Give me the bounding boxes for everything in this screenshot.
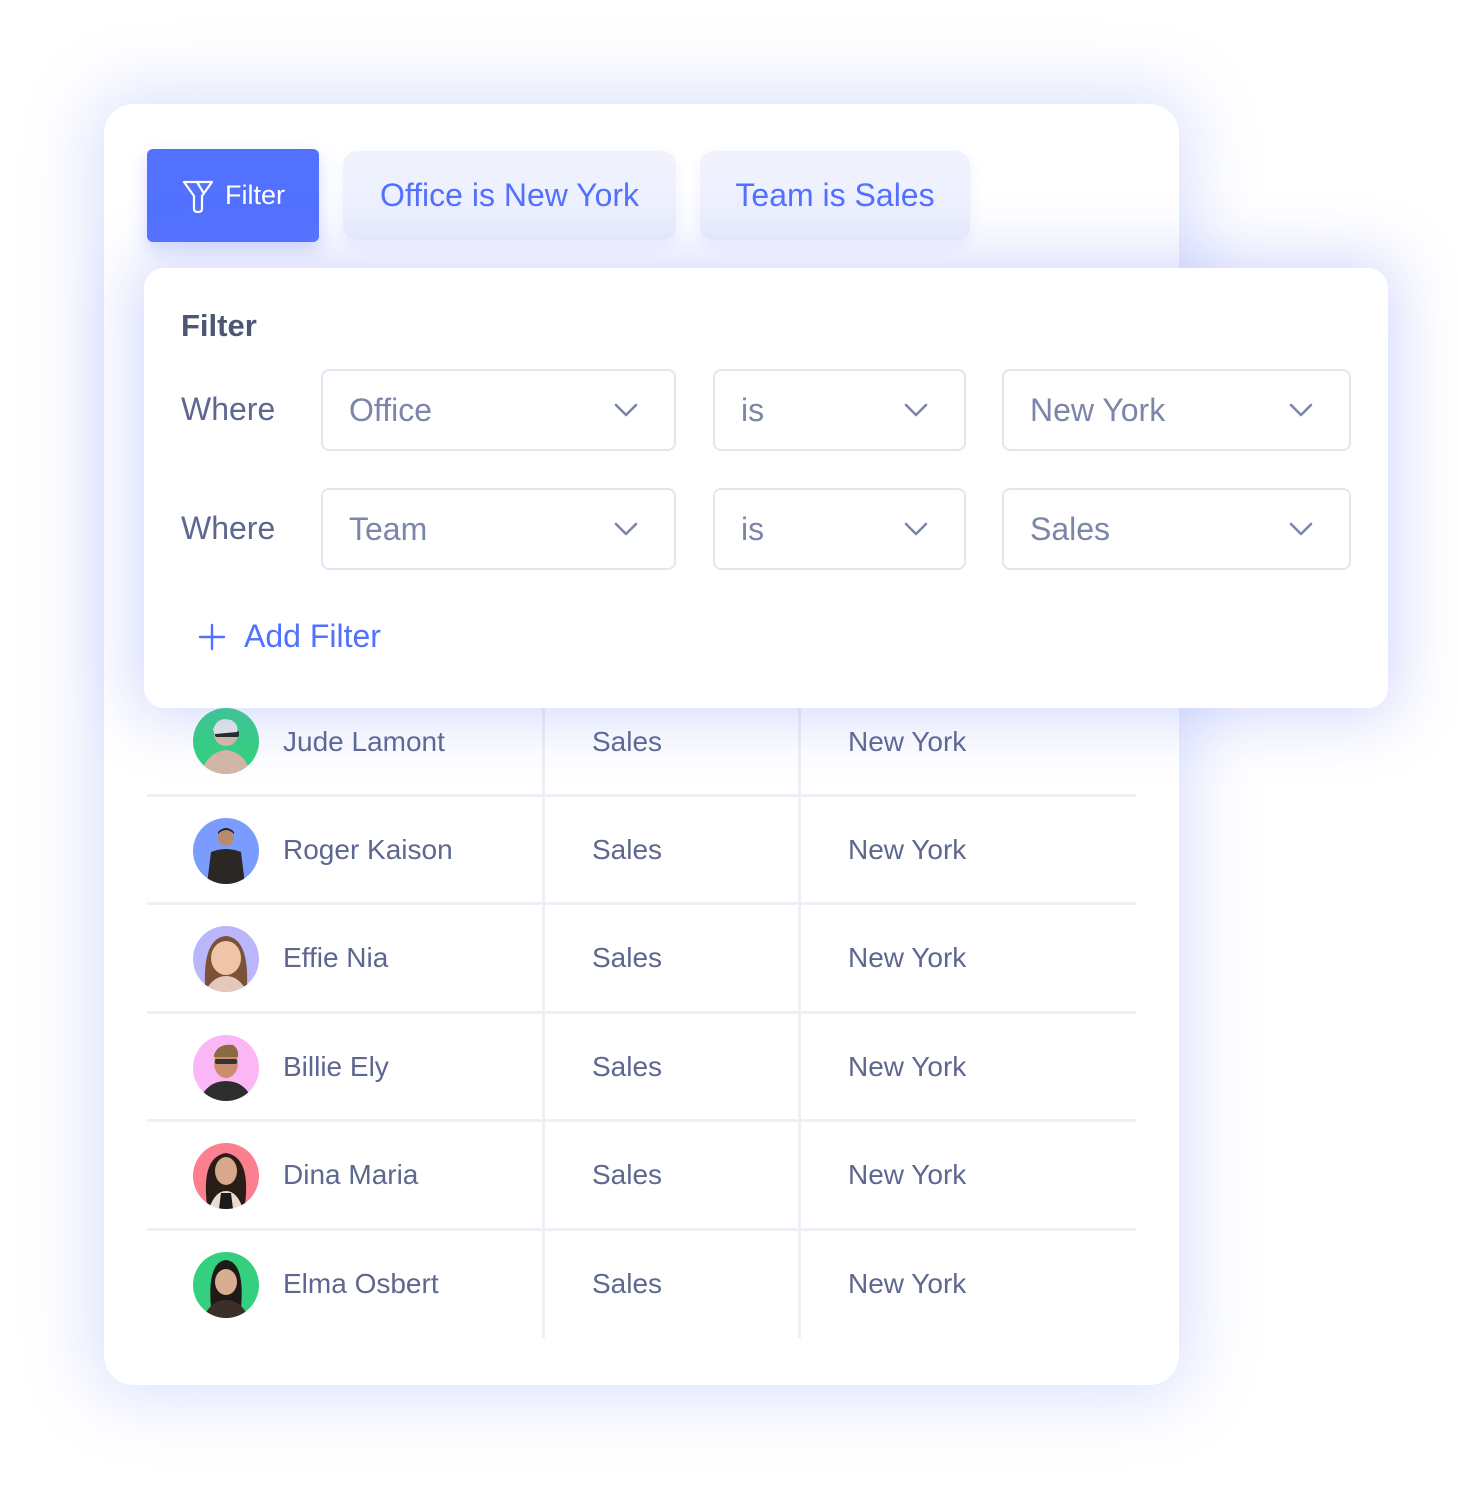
person-office: New York: [848, 833, 967, 865]
chevron-down-icon: [614, 522, 638, 536]
person-team: Sales: [592, 1159, 663, 1191]
avatar: [193, 926, 259, 993]
active-filter-chip-office[interactable]: Office is New York: [343, 151, 676, 240]
chevron-down-icon: [904, 403, 928, 417]
select-value: Sales: [1030, 510, 1111, 547]
table-row[interactable]: Roger Kaison Sales New York: [147, 797, 1136, 906]
chevron-down-icon: [614, 403, 638, 417]
add-filter-label: Add Filter: [244, 618, 381, 654]
person-office: New York: [848, 1267, 967, 1299]
operator-select[interactable]: is: [713, 488, 966, 570]
value-select[interactable]: New York: [1002, 369, 1351, 451]
table-row[interactable]: Effie Nia Sales New York: [147, 905, 1136, 1014]
filter-button-label: Filter: [225, 180, 285, 210]
person-team: Sales: [592, 833, 663, 865]
filter-button[interactable]: Filter: [147, 149, 319, 242]
select-value: New York: [1030, 391, 1166, 428]
person-avatar-icon: [193, 708, 259, 774]
person-name: Roger Kaison: [283, 833, 453, 865]
avatar: [193, 1251, 259, 1318]
operator-select[interactable]: is: [713, 369, 966, 451]
filter-panel-title: Filter: [181, 308, 257, 343]
people-table: Jude Lamont Sales New York Roger Kaison …: [147, 688, 1136, 1340]
person-office: New York: [848, 1159, 967, 1191]
person-office: New York: [848, 1050, 967, 1082]
avatar: [193, 1034, 259, 1101]
person-avatar-icon: [193, 817, 259, 884]
person-name: Elma Osbert: [283, 1267, 439, 1299]
chip-label: Office is New York: [379, 177, 640, 213]
person-office: New York: [848, 726, 967, 757]
person-name: Effie Nia: [283, 942, 389, 974]
avatar: [193, 708, 259, 774]
person-team: Sales: [592, 1050, 663, 1082]
table-row[interactable]: Dina Maria Sales New York: [147, 1122, 1136, 1231]
table-row[interactable]: Billie Ely Sales New York: [147, 1014, 1136, 1123]
filter-panel: Filter Where Office is New York Where Te…: [144, 268, 1388, 708]
person-team: Sales: [592, 1267, 663, 1299]
person-avatar-icon: [193, 1251, 259, 1318]
person-name: Jude Lamont: [283, 726, 445, 757]
field-select[interactable]: Team: [321, 488, 676, 570]
table-row[interactable]: Elma Osbert Sales New York: [147, 1231, 1136, 1340]
avatar: [193, 1143, 259, 1210]
where-label: Where: [181, 510, 276, 546]
person-avatar-icon: [193, 926, 259, 993]
active-filter-chip-team[interactable]: Team is Sales: [700, 151, 970, 240]
select-value: is: [741, 510, 765, 547]
add-filter-button[interactable]: Add Filter: [198, 618, 381, 655]
select-value: Team: [349, 510, 428, 547]
chip-label: Team is Sales: [735, 177, 935, 213]
chevron-down-icon: [1289, 403, 1313, 417]
person-team: Sales: [592, 942, 663, 974]
select-value: Office: [349, 391, 432, 428]
value-select[interactable]: Sales: [1002, 488, 1351, 570]
field-select[interactable]: Office: [321, 369, 676, 451]
person-team: Sales: [592, 726, 663, 757]
person-avatar-icon: [193, 1143, 259, 1210]
person-avatar-icon: [193, 1034, 259, 1101]
chevron-down-icon: [1289, 522, 1313, 536]
select-value: is: [741, 391, 765, 428]
plus-icon: [198, 623, 226, 650]
person-name: Billie Ely: [283, 1050, 389, 1082]
chevron-down-icon: [904, 522, 928, 536]
person-office: New York: [848, 942, 967, 974]
person-name: Dina Maria: [283, 1159, 419, 1191]
avatar: [193, 817, 259, 884]
where-label: Where: [181, 391, 276, 427]
funnel-icon: [182, 180, 214, 213]
